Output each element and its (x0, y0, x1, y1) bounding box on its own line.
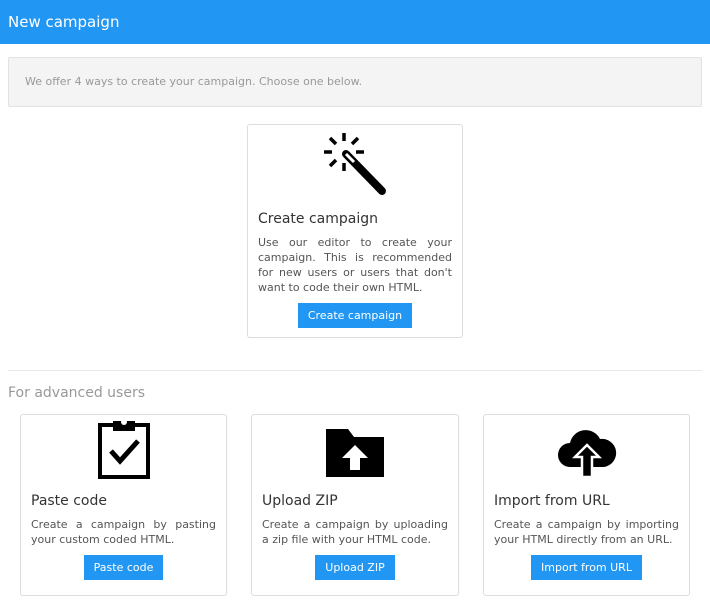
upload-zip-card: Upload ZIP Create a campaign by uploadin… (251, 414, 459, 596)
paste-code-button[interactable]: Paste code (83, 555, 164, 580)
magic-wand-icon (258, 125, 452, 197)
create-campaign-button[interactable]: Create campaign (297, 303, 413, 328)
cloud-upload-icon (494, 415, 679, 479)
import-url-card: Import from URL Create a campaign by imp… (483, 414, 690, 596)
card-description: Use our editor to create your campaign. … (258, 236, 452, 294)
card-title: Paste code (31, 493, 108, 509)
advanced-heading: For advanced users (8, 385, 146, 401)
card-description: Create a campaign by pasting your custom… (31, 518, 216, 546)
card-title: Create campaign (258, 211, 378, 227)
info-text: We offer 4 ways to create your campaign.… (25, 75, 363, 88)
paste-code-card: Paste code Create a campaign by pasting … (20, 414, 227, 596)
card-description: Create a campaign by importing your HTML… (494, 518, 679, 546)
divider (8, 370, 702, 371)
page-header: New campaign (0, 0, 710, 44)
card-title: Upload ZIP (262, 493, 338, 509)
create-campaign-card: Create campaign Use our editor to create… (247, 124, 463, 338)
folder-upload-icon (262, 415, 448, 479)
clipboard-check-icon (31, 415, 216, 479)
info-box: We offer 4 ways to create your campaign.… (8, 57, 702, 107)
import-url-button[interactable]: Import from URL (531, 555, 642, 580)
card-title: Import from URL (494, 493, 610, 509)
upload-zip-button[interactable]: Upload ZIP (315, 555, 395, 580)
page-title: New campaign (8, 13, 120, 31)
card-description: Create a campaign by uploading a zip fil… (262, 518, 448, 546)
